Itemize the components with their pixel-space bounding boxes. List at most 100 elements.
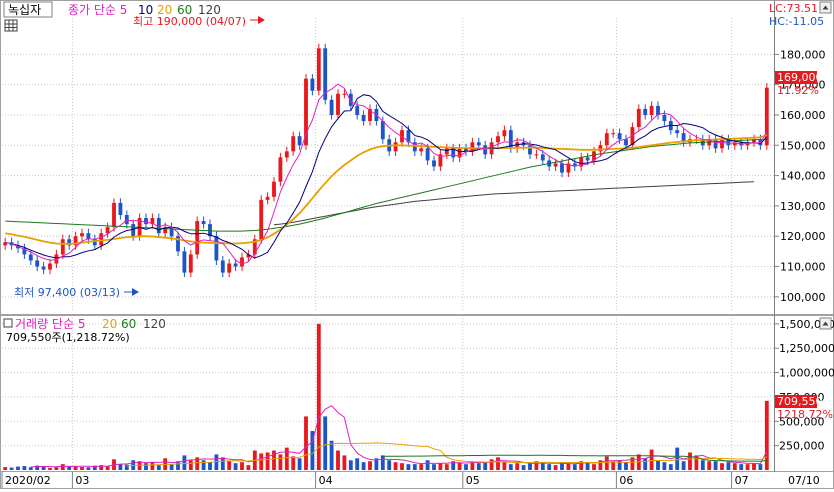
current-volume-label: 709,550 [777, 395, 823, 408]
volume-bar [521, 465, 526, 470]
volume-bar [201, 460, 206, 470]
candle-body [195, 221, 200, 255]
volume-bar [150, 462, 155, 470]
date-axis-frame [0, 471, 834, 489]
volume-collapse-icon[interactable] [819, 317, 832, 330]
volume-bar [668, 464, 673, 470]
stock-chart[interactable]: 100,000 110,000 120,000 130,000 140,000 150,0… [0, 0, 834, 489]
candle-body [329, 99, 334, 115]
volume-bar [400, 463, 404, 470]
vol-ma120-legend: 120 [143, 317, 166, 331]
candle-body [220, 260, 225, 273]
collapse-icon[interactable] [819, 1, 832, 14]
grid-layer [2, 18, 774, 470]
price-header: 녹십자 종가 단순 5 10 20 60 120 LC:73.51 HC:-11… [3, 1, 832, 32]
volume-bar [297, 458, 302, 470]
stock-name[interactable]: 녹십자 [8, 3, 41, 17]
volume-tick-label: 1,000,000 [779, 367, 834, 380]
candle-body [649, 105, 654, 115]
current-price-label: 169,000 [777, 71, 823, 84]
candle-body [278, 157, 283, 182]
low-annotation: 최저 97,400 (03/13) [14, 286, 139, 299]
high-annotation-text: 최고 190,000 (04/07) [133, 15, 246, 28]
candle-body [611, 133, 616, 135]
volume-bar [144, 463, 148, 470]
price-tick-label: 140,000 [780, 170, 826, 183]
volume-bar [3, 467, 8, 470]
volume-bar [368, 461, 372, 470]
table-icon[interactable] [4, 19, 18, 32]
price-tick-label: 180,000 [780, 48, 826, 61]
volume-bar [67, 466, 72, 470]
candle-body [636, 108, 641, 128]
candle-body [764, 87, 769, 146]
candle-body [310, 78, 315, 91]
volume-bar [265, 452, 270, 470]
volume-bar [169, 464, 174, 470]
volume-bar [214, 454, 219, 470]
candle-body [540, 154, 545, 161]
volume-tick-label: 250,000 [779, 440, 825, 453]
date-label-last: 07/10 [788, 474, 820, 487]
volume-bar [675, 447, 680, 470]
current-change-label: 11.92% [777, 84, 819, 97]
vol-ma60-legend: 60 [121, 317, 136, 331]
volume-bar [419, 464, 424, 470]
current-price-box: 169,000 11.92% [775, 71, 823, 97]
candle-body [553, 163, 558, 167]
volume-bar [662, 462, 667, 470]
candle-body [41, 266, 46, 270]
candle-body [483, 145, 488, 155]
ma20-line [5, 134, 768, 245]
volume-bar [22, 466, 27, 470]
volume-bar [566, 463, 571, 470]
candle-body [105, 227, 110, 234]
volume-bar [502, 462, 507, 470]
candle-body [28, 254, 33, 261]
price-tick-label: 120,000 [780, 230, 826, 243]
volume-bar [732, 463, 737, 470]
candle-body [355, 105, 360, 115]
volume-bar [681, 461, 686, 470]
volume-bar [220, 457, 225, 470]
volume-bar [745, 464, 750, 470]
candle-body [60, 239, 65, 255]
candle-body [419, 148, 424, 152]
volume-bar [355, 458, 360, 470]
low-annotation-text: 최저 97,400 (03/13) [14, 286, 120, 299]
volume-bar [688, 452, 692, 470]
volume-bar [156, 465, 161, 470]
volume-bar [16, 466, 20, 470]
candle-body [662, 114, 667, 122]
price-tick-label: 100,000 [780, 291, 826, 304]
volume-bar [329, 440, 334, 470]
date-label: 07 [735, 474, 749, 487]
volume-bar [547, 464, 552, 470]
price-tick-label: 110,000 [780, 261, 826, 274]
volume-bar [233, 463, 238, 470]
volume-table-icon[interactable] [3, 318, 13, 328]
volume-bar [348, 460, 353, 470]
volume-bar [361, 462, 366, 470]
price-tick-label: 160,000 [780, 109, 826, 122]
candle-body [336, 93, 340, 115]
volume-bar [720, 463, 724, 470]
volume-bar [752, 463, 756, 470]
candle-body [643, 108, 648, 115]
candle-body [240, 257, 244, 267]
volume-bar [393, 462, 398, 470]
chart-svg[interactable]: 100,000 110,000 120,000 130,000 140,000 150,0… [0, 0, 834, 489]
candle-body [502, 130, 507, 137]
volume-bar [336, 450, 340, 470]
date-label: 05 [466, 474, 480, 487]
volume-bar [656, 460, 660, 470]
volume-bar [483, 462, 488, 470]
volume-bar [508, 464, 513, 470]
volume-bar [585, 462, 590, 470]
volume-bar [60, 464, 65, 470]
volume-bar [572, 464, 577, 470]
volume-bar [758, 464, 763, 470]
volume-tick-label: 1,250,000 [779, 342, 834, 355]
volume-bar [304, 416, 308, 470]
date-label: 06 [619, 474, 633, 487]
